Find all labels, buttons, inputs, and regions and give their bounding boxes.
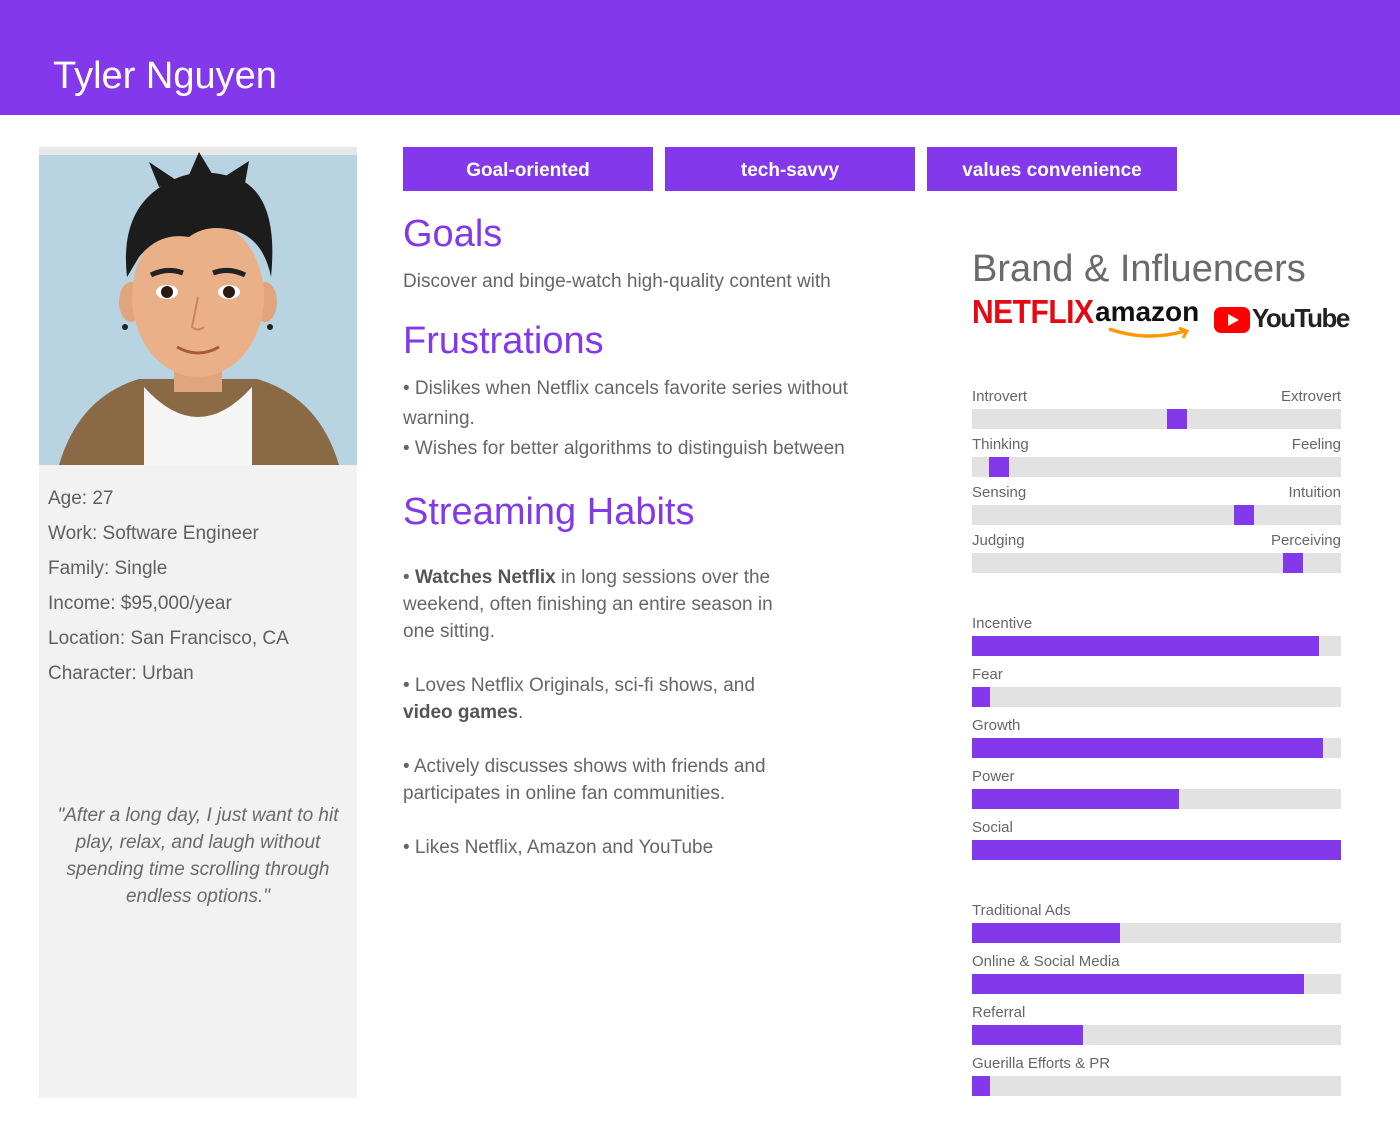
- trait-left-label: Judging: [972, 532, 1025, 549]
- detail-income: Income: $95,000/year: [48, 593, 232, 614]
- amazon-smile-icon: [1108, 326, 1190, 339]
- detail-family: Family: Single: [48, 558, 168, 579]
- tag-values-convenience: values convenience: [927, 147, 1177, 191]
- motivation-bar: Social: [972, 819, 1341, 861]
- bar-fill: [972, 974, 1304, 994]
- channel-bar: Traditional Ads: [972, 902, 1341, 944]
- habit-highlight: Watches Netflix: [414, 567, 556, 588]
- bar-track: [972, 789, 1341, 809]
- motivation-label: Power: [972, 768, 1015, 785]
- detail-location: Location: San Francisco, CA: [48, 628, 289, 649]
- motivation-bar: Fear: [972, 666, 1341, 708]
- bar-track: [972, 923, 1341, 943]
- habit-text: .: [518, 702, 524, 723]
- trait-right-label: Feeling: [1291, 436, 1341, 453]
- frustrations-heading: Frustrations: [403, 320, 604, 362]
- trait-marker: [1283, 553, 1303, 573]
- bar-fill: [972, 687, 990, 707]
- channel-bar: Referral: [972, 1004, 1341, 1046]
- motivation-label: Fear: [972, 666, 1003, 683]
- profile-avatar: [39, 147, 357, 465]
- channel-label: Referral: [972, 1004, 1026, 1021]
- detail-character: Character: Urban: [48, 663, 194, 684]
- bar-track: [972, 1076, 1341, 1096]
- motivation-label: Incentive: [972, 615, 1033, 632]
- netflix-logo: NETFLIX: [972, 294, 1094, 331]
- channel-label: Guerilla Efforts & PR: [972, 1055, 1111, 1072]
- bar-track: [972, 687, 1341, 707]
- habit-item: • Watches Netflix in long sessions over …: [403, 564, 803, 645]
- personality-trait: Thinking Feeling: [972, 436, 1341, 477]
- bar-track: [972, 974, 1341, 994]
- persona-quote: "After a long day, I just want to hit pl…: [57, 805, 339, 907]
- habit-item: • Likes Netflix, Amazon and YouTube: [403, 837, 714, 858]
- bar-fill: [972, 738, 1323, 758]
- trait-marker: [1234, 505, 1254, 525]
- personality-trait: Introvert Extrovert: [972, 388, 1341, 429]
- trait-marker: [989, 457, 1009, 477]
- bar-track: [972, 1025, 1341, 1045]
- trait-left-label: Sensing: [972, 484, 1027, 501]
- bar-fill: [972, 1076, 990, 1096]
- goals-text: Discover and binge-watch high-quality co…: [403, 271, 831, 292]
- habit-highlight: video games: [403, 702, 519, 723]
- brands-heading: Brand & Influencers: [972, 248, 1306, 290]
- frustration-item: • Dislikes when Netflix cancels favorite…: [403, 378, 848, 429]
- trait-right-label: Extrovert: [1280, 388, 1341, 405]
- channel-label: Traditional Ads: [972, 902, 1071, 919]
- amazon-wordmark: amazon: [1095, 296, 1200, 327]
- motivation-label: Growth: [972, 717, 1021, 734]
- trait-marker: [1167, 409, 1187, 429]
- detail-work: Work: Software Engineer: [48, 523, 259, 544]
- bar-fill: [972, 789, 1179, 809]
- channel-label: Online & Social Media: [972, 953, 1120, 970]
- bar-fill: [972, 840, 1341, 860]
- habits-heading: Streaming Habits: [403, 491, 695, 533]
- profile-sidebar: Age: 27 Work: Software Engineer Family: …: [39, 147, 357, 1098]
- channel-bar: Guerilla Efforts & PR: [972, 1055, 1341, 1097]
- motivation-bar: Growth: [972, 717, 1341, 759]
- trait-right-label: Intuition: [1288, 484, 1341, 501]
- youtube-wordmark: YouTube: [1252, 303, 1350, 333]
- bar-track: [972, 840, 1341, 860]
- channel-bar: Online & Social Media: [972, 953, 1341, 995]
- habit-item: • Loves Netflix Originals, sci-fi shows,…: [403, 672, 803, 726]
- trait-left-label: Introvert: [972, 388, 1028, 405]
- header-bar: Tyler Nguyen: [0, 0, 1400, 115]
- bar-fill: [972, 1025, 1083, 1045]
- trait-left-label: Thinking: [972, 436, 1029, 453]
- tag-goal-oriented: Goal-oriented: [403, 147, 653, 191]
- motivation-label: Social: [972, 819, 1013, 836]
- persona-name: Tyler Nguyen: [53, 55, 277, 97]
- youtube-play-icon: [1214, 307, 1250, 333]
- personality-trait: Judging Perceiving: [972, 532, 1341, 573]
- habit-item: • Actively discusses shows with friends …: [403, 756, 766, 804]
- bar-fill: [972, 636, 1319, 656]
- trait-right-label: Perceiving: [1270, 532, 1341, 549]
- habit-text: • Loves Netflix Originals, sci-fi shows,…: [403, 675, 755, 696]
- trait-track: [972, 553, 1341, 573]
- persona-details: Age: 27 Work: Software Engineer Family: …: [48, 481, 289, 691]
- frustration-item: • Wishes for better algorithms to distin…: [403, 438, 845, 459]
- trait-track: [972, 505, 1341, 525]
- trait-track: [972, 409, 1341, 429]
- motivation-bar: Power: [972, 768, 1341, 810]
- bar-fill: [972, 923, 1120, 943]
- bar-track: [972, 738, 1341, 758]
- personality-trait: Sensing Intuition: [972, 484, 1341, 525]
- habit-text: •: [403, 567, 415, 588]
- goals-heading: Goals: [403, 213, 503, 255]
- tag-tech-savvy: tech-savvy: [665, 147, 915, 191]
- bar-track: [972, 636, 1341, 656]
- amazon-logo: amazon: [1095, 296, 1205, 342]
- trait-track: [972, 457, 1341, 477]
- detail-age: Age: 27: [48, 488, 114, 509]
- motivation-bar: Incentive: [972, 615, 1341, 657]
